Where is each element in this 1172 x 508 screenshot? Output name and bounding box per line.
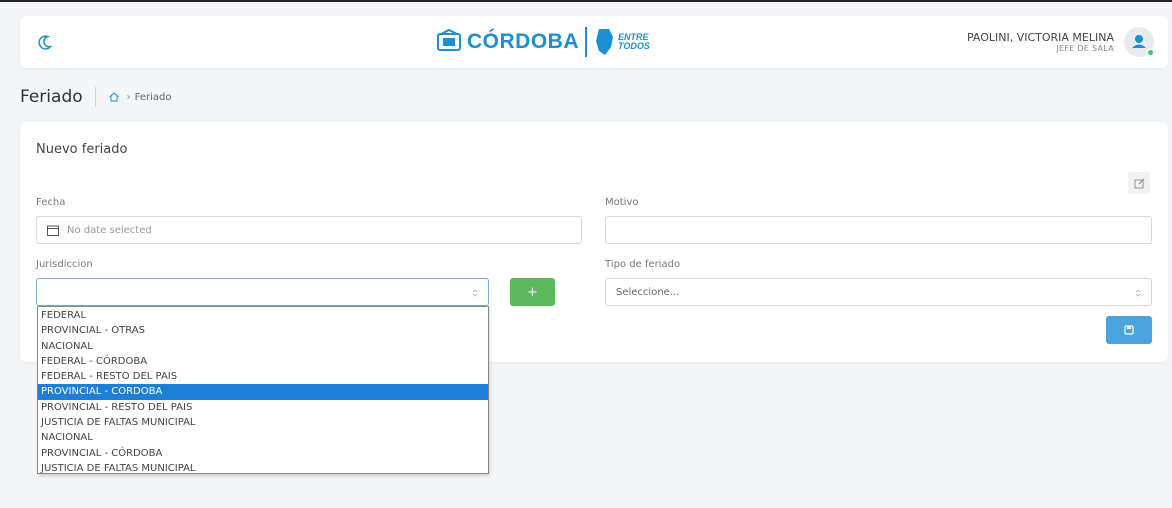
dropdown-option[interactable]: JUSTICIA DE FALTAS MUNICIPAL bbox=[38, 461, 488, 476]
save-button[interactable] bbox=[1106, 316, 1152, 344]
moon-icon[interactable] bbox=[34, 31, 56, 53]
select-arrows-icon bbox=[472, 289, 478, 297]
logo-separator bbox=[585, 27, 587, 57]
breadcrumb: › Feriado bbox=[108, 91, 172, 103]
dropdown-option[interactable]: FEDERAL - RESTO DEL PAIS bbox=[38, 369, 488, 384]
motivo-label: Motivo bbox=[605, 197, 639, 208]
dropdown-option[interactable]: PROVINCIAL - CÓRDOBA bbox=[38, 446, 488, 461]
home-icon[interactable] bbox=[108, 91, 120, 103]
page-header: Feriado › Feriado bbox=[20, 84, 171, 110]
tipo-feriado-value: Seleccione... bbox=[616, 286, 680, 298]
top-rule bbox=[0, 0, 1172, 6]
add-jurisdiccion-button[interactable]: + bbox=[510, 278, 555, 306]
tipo-feriado-label: Tipo de feriado bbox=[605, 259, 681, 270]
dropdown-option[interactable]: FEDERAL bbox=[38, 308, 488, 323]
jurisdiccion-dropdown-list[interactable]: FEDERAL PROVINCIAL - OTRAS NACIONAL FEDE… bbox=[37, 306, 489, 474]
top-navbar: CÓRDOBA ENTRE TODOS PAOLINI, VICTORIA ME… bbox=[20, 16, 1168, 68]
fecha-placeholder: No date selected bbox=[67, 224, 152, 236]
card-title: Nuevo feriado bbox=[36, 142, 128, 157]
breadcrumb-separator: › bbox=[126, 91, 131, 103]
province-map-icon bbox=[596, 29, 613, 55]
motivo-input[interactable] bbox=[605, 216, 1152, 244]
dropdown-option[interactable]: FEDERAL - CÓRDOBA bbox=[38, 354, 488, 369]
save-icon bbox=[1124, 325, 1134, 335]
edit-icon bbox=[1134, 178, 1144, 188]
dropdown-option[interactable]: JUSTICIA DE FALTAS MUNICIPAL bbox=[38, 415, 488, 430]
breadcrumb-current: Feriado bbox=[134, 91, 172, 103]
header-divider bbox=[94, 87, 96, 107]
avatar[interactable] bbox=[1124, 27, 1154, 57]
logo-slogan: ENTRE TODOS bbox=[618, 33, 650, 51]
tipo-feriado-select[interactable]: Seleccione... bbox=[605, 278, 1152, 306]
page-title: Feriado bbox=[20, 87, 83, 107]
fecha-label: Fecha bbox=[36, 197, 66, 208]
edit-button[interactable] bbox=[1128, 172, 1150, 194]
dropdown-option[interactable]: PROVINCIAL - RESTO DEL PAIS bbox=[38, 400, 488, 415]
user-info[interactable]: PAOLINI, VICTORIA MELINA JEFE DE SALA bbox=[967, 31, 1114, 53]
dropdown-option-highlighted[interactable]: PROVINCIAL - CORDOBA bbox=[38, 384, 488, 400]
jurisdiccion-label: Jurisdiccion bbox=[36, 259, 93, 270]
calendar-icon bbox=[47, 225, 59, 236]
fecha-datepicker[interactable]: No date selected bbox=[36, 216, 582, 244]
dropdown-option[interactable]: PROVINCIAL - OTRAS bbox=[38, 323, 488, 338]
seal-icon bbox=[437, 28, 461, 51]
cordoba-logo: CÓRDOBA ENTRE TODOS bbox=[435, 25, 650, 59]
user-role: JEFE DE SALA bbox=[1056, 44, 1114, 53]
dropdown-option[interactable]: NACIONAL bbox=[38, 430, 488, 445]
select-arrows-icon bbox=[1135, 289, 1141, 297]
online-status-dot bbox=[1147, 49, 1154, 56]
dropdown-option[interactable]: NACIONAL bbox=[38, 339, 488, 354]
logo-slogan-line-2: TODOS bbox=[618, 41, 650, 51]
logo-city: CÓRDOBA bbox=[467, 30, 579, 53]
jurisdiccion-select[interactable] bbox=[36, 278, 489, 306]
user-name: PAOLINI, VICTORIA MELINA bbox=[966, 31, 1114, 44]
